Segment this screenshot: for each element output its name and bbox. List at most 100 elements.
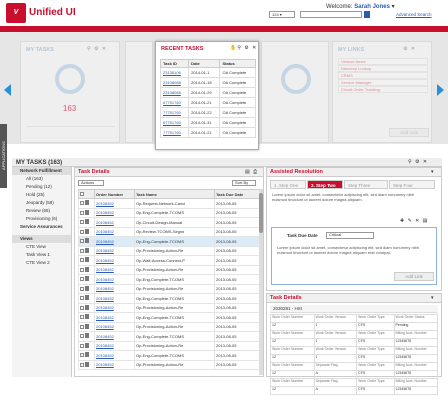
order-number-link[interactable]: 20108452 bbox=[94, 321, 135, 332]
table-row[interactable]: 20108452 Op-Request-Network-Cancl 2013-08-… bbox=[78, 198, 262, 209]
order-number-link[interactable]: 20108452 bbox=[94, 302, 135, 313]
order-number-link[interactable]: 20108452 bbox=[94, 331, 135, 342]
select-all-checkbox[interactable] bbox=[78, 189, 95, 199]
collapse-icon[interactable]: ▾ bbox=[431, 295, 435, 301]
sidebar-item[interactable]: Review (65) bbox=[12, 207, 71, 215]
recent-tasks-widget[interactable]: RECENT TASKS ✋⚲ ⚙ ✕ Task ID Date Status … bbox=[155, 41, 259, 150]
row-checkbox[interactable] bbox=[80, 220, 84, 225]
row-checkbox[interactable] bbox=[80, 353, 84, 358]
row-select-cell[interactable] bbox=[78, 321, 95, 332]
column-header[interactable]: Date bbox=[188, 59, 221, 68]
link-item[interactable]: Directory Lookup bbox=[338, 65, 428, 72]
widget-tools-icon[interactable]: ✋⚲ ⚙ ✕ bbox=[230, 45, 257, 51]
order-number-link[interactable]: 20108452 bbox=[94, 264, 135, 275]
user-name-link[interactable]: Sarah Jones bbox=[354, 4, 390, 10]
row-select-cell[interactable] bbox=[78, 283, 95, 294]
order-number-link[interactable]: 20108452 bbox=[94, 217, 135, 228]
row-select-cell[interactable] bbox=[78, 207, 95, 218]
row-select-cell[interactable] bbox=[78, 293, 95, 304]
row-checkbox[interactable] bbox=[80, 305, 84, 310]
column-header[interactable]: Task Due Date bbox=[214, 189, 262, 199]
table-row[interactable]: 20108452 Op-Provisioning-Action-Re 2013-08… bbox=[78, 302, 262, 313]
row-select-cell[interactable] bbox=[78, 226, 95, 237]
row-select-cell[interactable] bbox=[78, 312, 95, 323]
row-checkbox[interactable] bbox=[80, 267, 84, 272]
task-id-link[interactable]: 23138106 bbox=[159, 67, 190, 78]
order-number-link[interactable]: 20108452 bbox=[94, 350, 135, 361]
collapse-icon[interactable]: ▾ bbox=[431, 169, 435, 175]
due-date-select[interactable]: Critical bbox=[326, 232, 374, 239]
column-header[interactable]: Task ID bbox=[159, 59, 190, 68]
advanced-search-link[interactable]: Advanced Search bbox=[396, 12, 432, 17]
table-row[interactable]: 20108452 Op-Review-TCOMS-Segmi 2013-08-05 bbox=[78, 226, 262, 237]
table-row[interactable]: 20108452 Op-Eng-Complete-TCOMS 2013-08-05 bbox=[78, 293, 262, 304]
row-checkbox[interactable] bbox=[80, 277, 84, 282]
row-checkbox[interactable] bbox=[80, 334, 84, 339]
row-select-cell[interactable] bbox=[78, 350, 95, 361]
add-link-button[interactable]: Add Link bbox=[389, 128, 429, 137]
table-row[interactable]: 20108452 Op-Eng-Complete-TCOMS 2013-08-05 bbox=[78, 236, 262, 247]
link-item[interactable]: Service Manager bbox=[338, 79, 428, 86]
task-id-link[interactable]: 77751760 bbox=[159, 127, 190, 138]
order-number-link[interactable]: 20108452 bbox=[94, 226, 135, 237]
applications-tab[interactable]: APPLICATIONS bbox=[0, 124, 7, 188]
table-row[interactable]: 20108452 Op-Provisioning-Action-Re 2013-08… bbox=[78, 340, 262, 351]
row-select-cell[interactable] bbox=[78, 274, 95, 285]
table-row[interactable]: 20108452 Op-Provisioning-Action-Re 2013-08… bbox=[78, 245, 262, 256]
sidebar-item[interactable]: All (163) bbox=[12, 175, 71, 183]
view-item[interactable]: Task View 1 bbox=[12, 251, 71, 259]
column-header[interactable]: Order Number bbox=[94, 189, 135, 199]
carousel-next-arrow-icon[interactable] bbox=[437, 84, 444, 96]
widget-tools-icon[interactable]: ⚲ ⚙ ✕ bbox=[87, 46, 107, 52]
my-links-widget[interactable]: MY LINKS ⚙ ✕ Verizon News Directory Look… bbox=[332, 41, 432, 143]
print-icon[interactable]: ▤ ⎙ bbox=[245, 169, 258, 175]
step-tools-icon[interactable]: ✚ ✎ ✕ ▤ bbox=[400, 218, 428, 224]
row-checkbox[interactable] bbox=[80, 258, 84, 263]
row-checkbox[interactable] bbox=[80, 229, 84, 234]
row-checkbox[interactable] bbox=[80, 324, 84, 329]
row-select-cell[interactable] bbox=[78, 198, 95, 209]
row-select-cell[interactable] bbox=[78, 359, 95, 370]
search-input[interactable] bbox=[300, 11, 362, 18]
row-select-cell[interactable] bbox=[78, 264, 95, 275]
order-number-link[interactable]: 20108452 bbox=[94, 236, 135, 247]
row-checkbox[interactable] bbox=[80, 210, 84, 215]
column-header[interactable]: Status bbox=[219, 59, 256, 68]
row-checkbox[interactable] bbox=[80, 315, 84, 320]
task-id-link[interactable]: 67751760 bbox=[159, 117, 190, 128]
step-tab[interactable]: Step Three bbox=[344, 180, 388, 189]
row-select-cell[interactable] bbox=[78, 217, 95, 228]
order-number-link[interactable]: 20108452 bbox=[94, 293, 135, 304]
user-menu-chevron-icon[interactable]: ▾ bbox=[392, 4, 395, 10]
order-number-link[interactable]: 20108452 bbox=[94, 255, 135, 266]
order-number-link[interactable]: 20108452 bbox=[94, 274, 135, 285]
table-row[interactable]: 20108452 Op-Eng-Complete-TCOMS 2013-08-05 bbox=[78, 331, 262, 342]
row-checkbox[interactable] bbox=[80, 201, 84, 206]
sidebar-item[interactable]: Pending (12) bbox=[12, 183, 71, 191]
carousel-prev-arrow-icon[interactable] bbox=[4, 84, 11, 96]
order-number-link[interactable]: 20108452 bbox=[94, 198, 135, 209]
table-row[interactable]: 20108452 Op-Circuit-Design-Manual 2013-08-… bbox=[78, 217, 262, 228]
order-number-link[interactable]: 20108452 bbox=[94, 207, 135, 218]
verizon-logo[interactable]: V bbox=[6, 3, 26, 23]
task-id-link[interactable]: 77751760 bbox=[159, 107, 190, 118]
task-id-link[interactable]: 67751760 bbox=[159, 97, 190, 108]
column-header[interactable]: Task Name bbox=[134, 189, 215, 199]
link-item[interactable]: Circuit Order Tracking bbox=[338, 86, 428, 93]
my-tasks-widget[interactable]: MY TASKS ⚲ ⚙ ✕ 163 bbox=[20, 41, 120, 143]
table-row[interactable]: 20108452 Op-Provisioning-Action-Re 2013-08… bbox=[78, 264, 262, 275]
table-row[interactable]: 20108452 Op-Provisioning-Action-Re 2013-08… bbox=[78, 283, 262, 294]
search-scope-select[interactable]: 124 ▾ bbox=[269, 11, 295, 18]
scrollbar-thumb[interactable] bbox=[259, 193, 263, 233]
order-number-link[interactable]: 20108452 bbox=[94, 312, 135, 323]
row-checkbox[interactable] bbox=[80, 296, 84, 301]
sidebar-item[interactable]: Hold (25) bbox=[12, 191, 71, 199]
row-select-cell[interactable] bbox=[78, 245, 95, 256]
task-id-link[interactable]: 23108088 bbox=[159, 87, 190, 98]
view-item[interactable]: CTE View 2 bbox=[12, 259, 71, 267]
link-item[interactable]: Verizon News bbox=[338, 58, 428, 65]
panel-tools-icon[interactable]: ⚲ ⚙ ✕ bbox=[408, 159, 428, 165]
row-select-cell[interactable] bbox=[78, 302, 95, 313]
table-row[interactable]: 20108452 Op-Eng-Complete-TCOMS 2013-08-05 bbox=[78, 274, 262, 285]
table-row[interactable]: 20108452 Op-Provisioning-Action-Re 2013-08… bbox=[78, 321, 262, 332]
